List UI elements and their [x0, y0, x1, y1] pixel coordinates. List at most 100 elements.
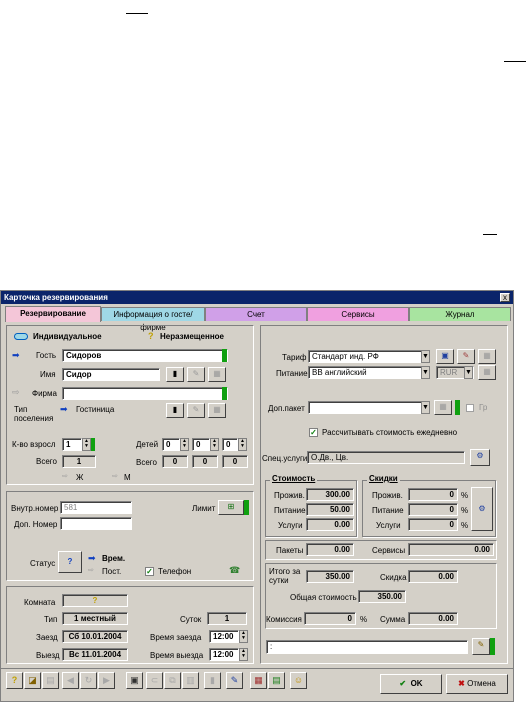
link-button[interactable]: ⊂ [146, 672, 163, 689]
depart-date: Вс 11.01.2004 [62, 648, 128, 661]
phone-checkbox[interactable]: ✓ [145, 567, 154, 576]
card-button[interactable]: ▮ [166, 403, 184, 418]
bookmark-button[interactable]: ◪ [24, 672, 41, 689]
cancel-button[interactable]: ✖ Отмена [446, 674, 508, 694]
package-dropdown[interactable]: ▼ [421, 401, 430, 414]
individual-radio-icon[interactable] [14, 333, 28, 340]
female-label[interactable]: Ж [76, 473, 83, 483]
group-label: Гр [479, 403, 488, 412]
extra-button[interactable]: ☺ [290, 672, 307, 689]
children-input[interactable]: 0 [222, 438, 238, 451]
tariff-select[interactable]: Стандарт инд. РФ [308, 350, 430, 363]
refresh-button[interactable]: ↻ [80, 672, 97, 689]
total-adults-value: 1 [62, 455, 96, 468]
individual-label[interactable]: Индивидуальное [33, 332, 102, 342]
copy-button[interactable]: ⧉ [164, 672, 181, 689]
toolbar-divider [1, 668, 513, 669]
card-button[interactable]: ▮ [166, 367, 184, 382]
package-select[interactable] [308, 401, 430, 414]
cost-meal-value: 50.00 [306, 503, 354, 516]
total-cost-value: 350.00 [358, 590, 406, 603]
edit-button[interactable]: ✎ [187, 367, 205, 382]
tab-bill[interactable]: Счет [205, 307, 307, 321]
firm-input[interactable] [62, 387, 228, 400]
edit-button[interactable]: ✎ [187, 403, 205, 418]
report-button[interactable]: ▤ [268, 672, 285, 689]
arrive-label: Заезд [36, 633, 58, 642]
children-spinner[interactable]: ▲ ▼ [238, 438, 247, 451]
status-perm-option[interactable]: Пост. [102, 567, 121, 577]
limit-button[interactable]: ⊞ [218, 500, 244, 515]
room-field[interactable]: ? [62, 594, 128, 607]
grid-button[interactable]: ▦ [208, 367, 226, 382]
back-button[interactable]: ◀ [62, 672, 79, 689]
note-input[interactable]: : [266, 640, 468, 654]
meal-select[interactable]: ВВ английский [308, 366, 430, 379]
special-services-button[interactable]: ⚙ [470, 449, 490, 466]
question-icon: ? [67, 557, 73, 566]
ok-button[interactable]: ✔ OK [380, 674, 442, 694]
room-type-value: 1 местный [62, 612, 128, 625]
note-edit-button[interactable]: ✎ [472, 638, 490, 655]
calendar-button[interactable]: ▦ [250, 672, 267, 689]
page-underline [483, 234, 497, 235]
children-spinner[interactable]: ▲ ▼ [180, 438, 189, 451]
tab-journal[interactable]: Журнал [409, 307, 511, 321]
help-button[interactable]: ? [6, 672, 23, 689]
tab-label: Резервирование [20, 309, 86, 318]
cost-living-label: Прожив. [274, 491, 305, 500]
delete-button[interactable]: ▮ [204, 672, 221, 689]
tab-guest-info[interactable]: Информация о госте/фирме [101, 307, 205, 332]
discount-sum-value: 0.00 [408, 570, 458, 583]
tariff-grid-button[interactable]: ▦ [478, 349, 496, 364]
arrive-time-spinner[interactable]: ▲ ▼ [239, 630, 248, 643]
male-label[interactable]: М [124, 473, 131, 483]
grid-button[interactable]: ▦ [208, 403, 226, 418]
children-input[interactable]: 0 [192, 438, 210, 451]
edit-icon: ✎ [192, 405, 200, 414]
depart-label: Выезд [36, 651, 60, 660]
package-grid-button[interactable]: ▦ [434, 400, 452, 415]
discount-settings-button[interactable]: ⚙ [471, 487, 493, 531]
depart-time-input[interactable]: 12:00 [209, 648, 239, 661]
save-button[interactable]: ▣ [126, 672, 143, 689]
refresh-icon: ↻ [84, 675, 93, 685]
inner-number-input[interactable]: 581 [60, 501, 132, 514]
tariff-dropdown[interactable]: ▼ [421, 350, 430, 363]
guest-surname-input[interactable]: Сидоров [62, 349, 228, 362]
adults-input[interactable]: 1 [62, 438, 82, 451]
arrow-icon: ➡ [88, 553, 96, 563]
notes-button[interactable]: ✎ [226, 672, 243, 689]
tab-reservation[interactable]: Резервирование [5, 306, 101, 322]
forward-button[interactable]: ▶ [98, 672, 115, 689]
tariff-edit-button[interactable]: ✎ [457, 349, 475, 364]
paste-button[interactable]: ▥ [182, 672, 199, 689]
status-temp-option[interactable]: Врем. [102, 554, 125, 564]
currency-dropdown[interactable]: ▼ [464, 366, 473, 379]
name-label: Имя [40, 370, 56, 379]
adults-spinner[interactable]: ▲ ▼ [82, 438, 91, 451]
report-icon: ▤ [272, 675, 281, 685]
meal-dropdown[interactable]: ▼ [421, 366, 430, 379]
status-button[interactable]: ? [58, 551, 82, 573]
sum-label: Сумма [380, 615, 406, 624]
phone-icon[interactable]: ☎ [229, 565, 240, 575]
unplaced-label[interactable]: Неразмещенное [160, 332, 224, 342]
tariff-info-button[interactable]: ▣ [436, 349, 454, 364]
arrow-icon: ➡ [12, 350, 20, 360]
group-checkbox[interactable] [466, 404, 474, 412]
close-button[interactable]: x [500, 293, 510, 302]
tab-services[interactable]: Сервисы [307, 307, 409, 321]
print-button[interactable]: ▤ [42, 672, 59, 689]
children-input[interactable]: 0 [162, 438, 180, 451]
commission-value: 0 [304, 612, 356, 625]
copy-icon: ⧉ [169, 675, 176, 685]
guest-name-input[interactable]: Сидор [62, 368, 160, 381]
settlement-type-value: Гостиница [76, 405, 115, 414]
daily-checkbox[interactable]: ✓ [309, 428, 318, 437]
extra-number-input[interactable] [60, 517, 132, 530]
currency-grid-button[interactable]: ▦ [478, 365, 496, 380]
children-spinner[interactable]: ▲ ▼ [210, 438, 219, 451]
depart-time-spinner[interactable]: ▲ ▼ [239, 648, 248, 661]
arrive-time-input[interactable]: 12:00 [209, 630, 239, 643]
